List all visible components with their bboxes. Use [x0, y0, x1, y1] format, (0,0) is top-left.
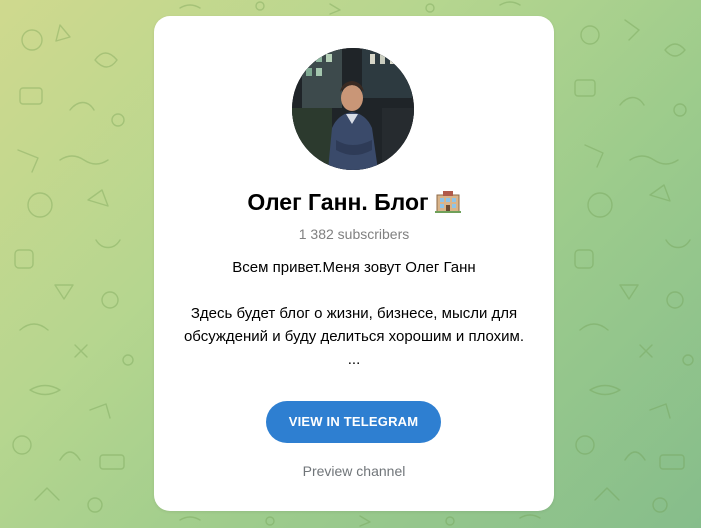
- description-paragraph: Здесь будет блог о жизни, бизнесе, мысли…: [183, 305, 525, 345]
- subscriber-count: 1 382 subscribers: [298, 226, 410, 242]
- avatar-photo: [292, 48, 414, 170]
- channel-description: Всем привет.Меня зовут Олег Ганн Здесь б…: [174, 256, 534, 371]
- view-in-telegram-button[interactable]: VIEW IN TELEGRAM: [266, 401, 441, 443]
- channel-title-row: Олег Ганн. Блог: [154, 184, 554, 223]
- channel-title: Олег Ганн. Блог: [247, 189, 429, 215]
- description-ellipsis: ...: [347, 351, 361, 368]
- channel-avatar: [292, 48, 414, 170]
- preview-channel-link[interactable]: Preview channel: [154, 461, 554, 481]
- channel-preview-card: Олег Ганн. Блог 1 382 subscribers Всем п…: [154, 16, 554, 511]
- hotel-building-icon: [434, 187, 461, 223]
- description-line: Всем привет.Меня зовут Олег Ганн: [232, 259, 476, 276]
